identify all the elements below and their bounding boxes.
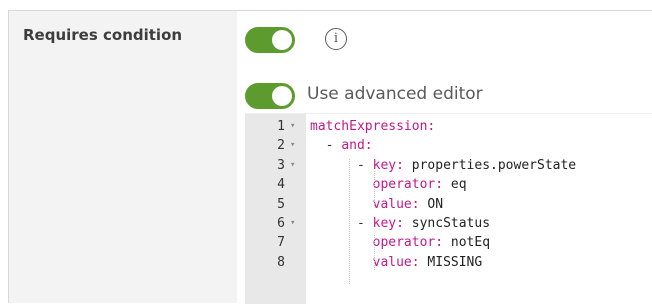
label-column xyxy=(9,11,237,303)
list-dash: - xyxy=(356,157,373,173)
fold-toggle-icon[interactable]: ▾ xyxy=(290,214,295,233)
indent-guide xyxy=(349,159,350,284)
yaml-value: syncStatus xyxy=(403,216,491,231)
yaml-key: matchExpression: xyxy=(310,119,436,134)
list-dash: - xyxy=(325,138,342,154)
yaml-key: key: xyxy=(372,157,404,173)
line-number: 5 xyxy=(277,196,285,212)
line-number: 3 xyxy=(277,157,285,173)
yaml-key: operator: xyxy=(372,235,444,251)
code-line[interactable]: 7 operator: notEq xyxy=(245,233,652,252)
yaml-value: properties.powerState xyxy=(403,157,577,173)
yaml-value: eq xyxy=(443,177,467,193)
line-number: 6 xyxy=(277,216,285,231)
list-dash: - xyxy=(356,216,373,231)
code-text: operator: notEq xyxy=(310,233,490,252)
code-line[interactable]: 5 value: ON xyxy=(245,195,652,214)
requires-condition-toggle[interactable] xyxy=(245,27,295,53)
indent-guide xyxy=(374,171,375,206)
line-number: 2 xyxy=(277,138,285,154)
yaml-key: and: xyxy=(341,138,373,154)
yaml-value: ON xyxy=(419,196,444,212)
toggle-knob xyxy=(272,30,292,50)
advanced-editor-toggle[interactable] xyxy=(245,83,295,109)
code-line[interactable]: 8 value: MISSING xyxy=(245,253,652,272)
requires-condition-label: Requires condition xyxy=(23,26,183,44)
code-line[interactable]: 6 ▾ - key: syncStatus xyxy=(245,214,652,233)
code-text: matchExpression: xyxy=(310,117,435,136)
fold-toggle-icon[interactable]: ▾ xyxy=(290,117,295,136)
yaml-key: value: xyxy=(372,254,420,270)
line-number: 4 xyxy=(277,177,285,193)
yaml-key: operator: xyxy=(372,177,444,193)
toggle-knob xyxy=(272,86,292,106)
code-text: operator: eq xyxy=(310,175,467,194)
indent-guide xyxy=(374,235,375,270)
code-line[interactable]: 1 ▾ matchExpression: xyxy=(245,117,652,136)
code-line[interactable]: 4 operator: eq xyxy=(245,175,652,194)
code-line[interactable]: 2 ▾ - and: xyxy=(245,136,652,155)
info-circle-icon[interactable]: i xyxy=(325,28,347,50)
advanced-editor-label: Use advanced editor xyxy=(307,84,483,104)
line-number: 8 xyxy=(277,254,285,270)
yaml-key: value: xyxy=(372,196,420,212)
yaml-key: key: xyxy=(372,216,404,231)
line-number: 1 xyxy=(277,119,285,134)
fold-toggle-icon[interactable]: ▾ xyxy=(290,156,295,175)
code-text: - key: syncStatus xyxy=(310,214,490,233)
fold-toggle-icon[interactable]: ▾ xyxy=(290,136,295,155)
code-text: value: ON xyxy=(310,195,443,214)
code-editor[interactable]: 1 ▾ matchExpression: 2 ▾ - and: 3 ▾ - key: pro… xyxy=(245,113,652,304)
yaml-value: MISSING xyxy=(419,254,483,270)
code-text: - and: xyxy=(310,136,373,155)
code-text: value: MISSING xyxy=(310,253,483,272)
line-number: 7 xyxy=(277,235,285,251)
code-line[interactable]: 3 ▾ - key: properties.powerState xyxy=(245,156,652,175)
yaml-value: notEq xyxy=(443,235,491,251)
